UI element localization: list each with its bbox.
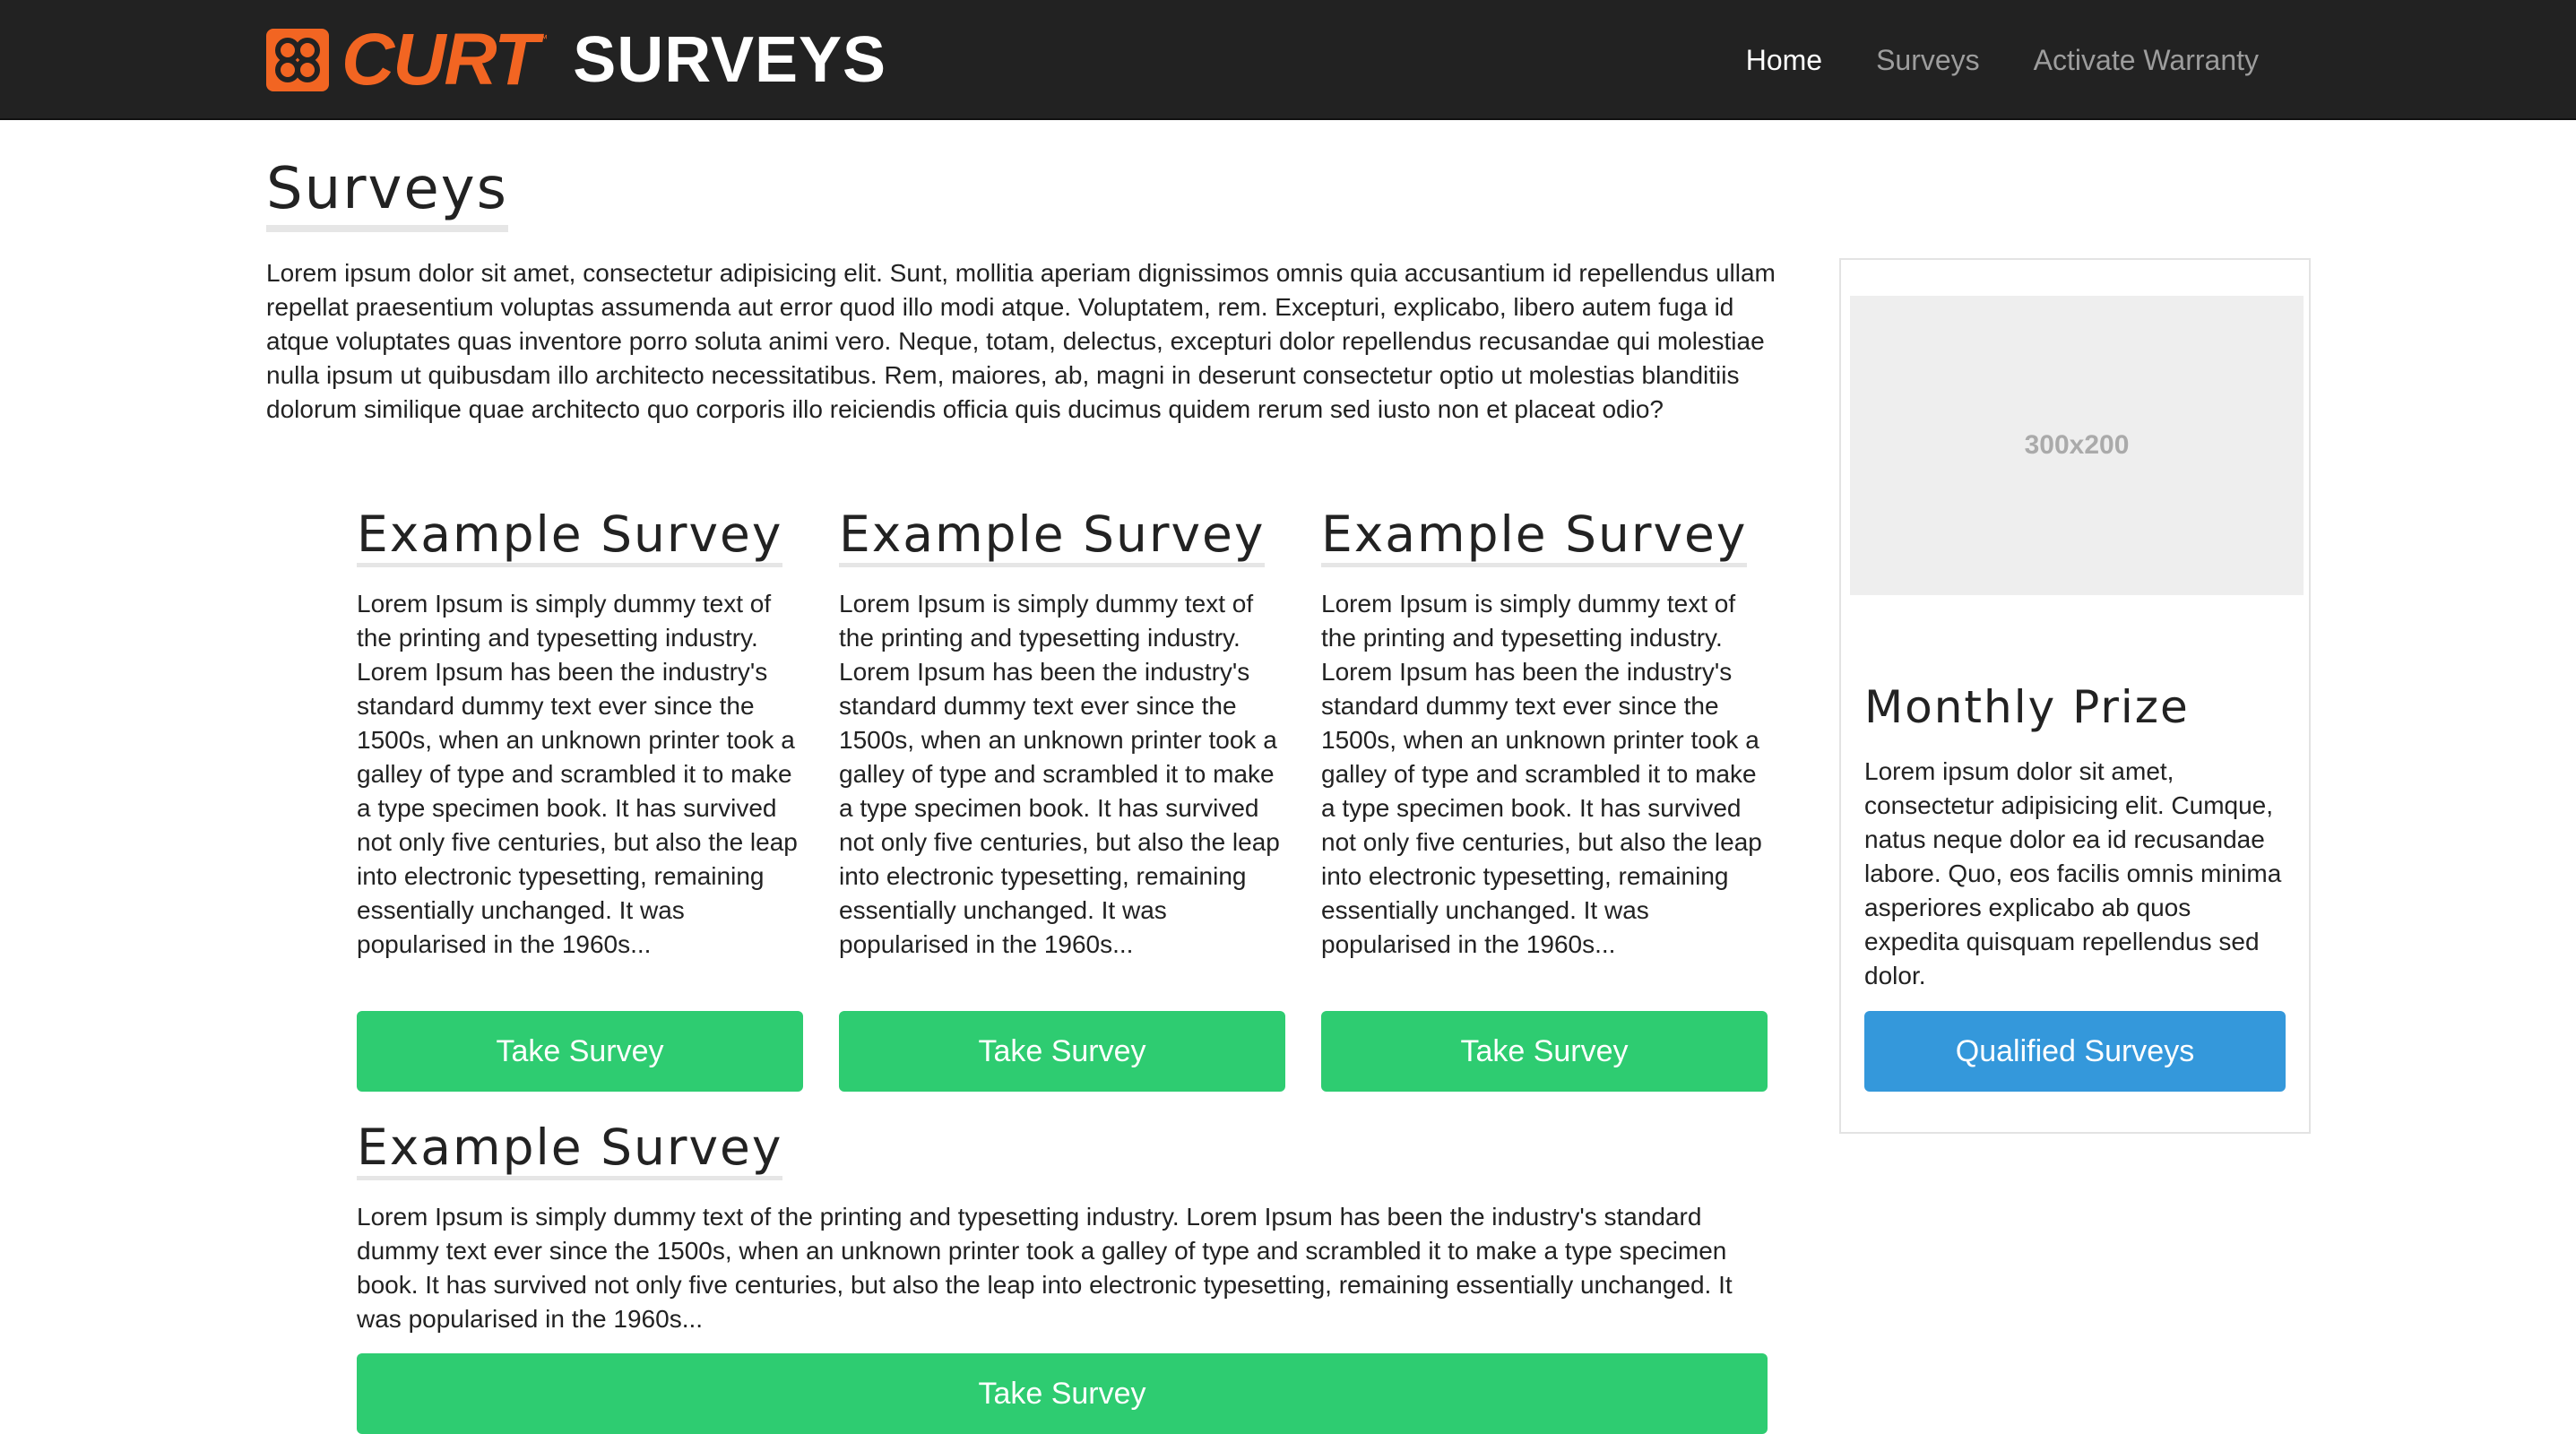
brand-logo[interactable]: CURT ™ SURVEYS: [266, 22, 886, 99]
survey-card: Example Survey Lorem Ipsum is simply dum…: [357, 1121, 1768, 1434]
take-survey-button[interactable]: Take Survey: [1321, 1011, 1768, 1092]
curt-logo-icon: [266, 29, 329, 91]
survey-title: Example Survey: [1321, 508, 1748, 567]
take-survey-button[interactable]: Take Survey: [839, 1011, 1285, 1092]
survey-title: Example Survey: [357, 508, 783, 567]
nav-link-surveys[interactable]: Surveys: [1876, 44, 1980, 77]
nav-link-home[interactable]: Home: [1746, 44, 1822, 77]
sidebar-title: Monthly Prize: [1864, 681, 2190, 733]
main-nav: Home Surveys Activate Warranty: [1692, 0, 2259, 120]
nav-link-activate-warranty[interactable]: Activate Warranty: [2034, 44, 2259, 77]
take-survey-button[interactable]: Take Survey: [357, 1011, 803, 1092]
qualified-surveys-button[interactable]: Qualified Surveys: [1864, 1011, 2286, 1092]
monthly-prize-sidebar: 300x200 Monthly Prize Lorem ipsum dolor …: [1839, 258, 2311, 1134]
brand-name: CURT: [341, 19, 539, 100]
survey-description: Lorem Ipsum is simply dummy text of the …: [839, 589, 1280, 958]
survey-description: Lorem Ipsum is simply dummy text of the …: [357, 1202, 1733, 1333]
survey-description: Lorem Ipsum is simply dummy text of the …: [1321, 589, 1762, 958]
survey-title: Example Survey: [839, 508, 1266, 567]
survey-title: Example Survey: [357, 1121, 783, 1180]
survey-card: Example Survey Lorem Ipsum is simply dum…: [839, 508, 1285, 1092]
sidebar-text: Lorem ipsum dolor sit amet, consectetur …: [1864, 757, 2282, 989]
intro-text: Lorem ipsum dolor sit amet, consectetur …: [266, 259, 1776, 423]
brand-trademark: ™: [537, 32, 549, 45]
brand-section: SURVEYS: [573, 24, 887, 96]
prize-image-placeholder: 300x200: [1850, 296, 2304, 595]
navbar: CURT ™ SURVEYS Home Surveys Activate War…: [0, 0, 2576, 120]
take-survey-button[interactable]: Take Survey: [357, 1353, 1768, 1434]
page-title: Surveys: [266, 159, 508, 233]
survey-card: Example Survey Lorem Ipsum is simply dum…: [357, 508, 803, 1092]
survey-description: Lorem Ipsum is simply dummy text of the …: [357, 589, 798, 958]
survey-card: Example Survey Lorem Ipsum is simply dum…: [1321, 508, 1768, 1092]
